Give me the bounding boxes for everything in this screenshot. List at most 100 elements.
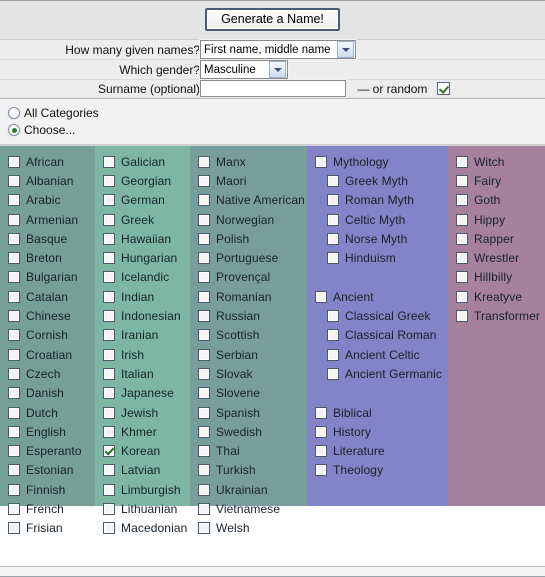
category-checkbox[interactable]	[103, 425, 115, 438]
category-checkbox[interactable]	[198, 348, 210, 361]
category-checkbox[interactable]	[8, 271, 20, 284]
category-checkbox[interactable]	[456, 290, 468, 303]
category-item[interactable]: Catalan	[8, 287, 95, 306]
category-item[interactable]: Ancient	[315, 287, 448, 306]
category-item[interactable]: Finnish	[8, 480, 95, 499]
generate-a-name-button[interactable]: Generate a Name!	[205, 8, 340, 31]
category-item[interactable]: Mythology	[315, 152, 448, 171]
random-surname-checkbox[interactable]	[436, 82, 450, 95]
category-checkbox[interactable]	[103, 271, 115, 284]
category-checkbox[interactable]	[8, 522, 20, 535]
category-item[interactable]: Thai	[198, 441, 307, 460]
category-item[interactable]: Celtic Myth	[315, 210, 448, 229]
category-checkbox[interactable]	[198, 213, 210, 226]
category-item[interactable]: Macedonian	[103, 519, 190, 538]
category-item[interactable]: Manx	[198, 152, 307, 171]
category-checkbox[interactable]	[198, 425, 210, 438]
category-checkbox[interactable]	[8, 502, 20, 515]
category-item[interactable]: Greek	[103, 210, 190, 229]
category-item[interactable]: Slovak	[198, 364, 307, 383]
gender-select[interactable]: Masculine	[200, 60, 288, 79]
category-checkbox[interactable]	[456, 271, 468, 284]
category-item[interactable]: Frisian	[8, 519, 95, 538]
category-checkbox[interactable]	[8, 174, 20, 187]
category-item[interactable]: Maori	[198, 171, 307, 190]
category-checkbox[interactable]	[8, 387, 20, 400]
category-checkbox[interactable]	[8, 425, 20, 438]
category-item[interactable]: Armenian	[8, 210, 95, 229]
category-item[interactable]: Galician	[103, 152, 190, 171]
category-item[interactable]: Norwegian	[198, 210, 307, 229]
category-checkbox[interactable]	[198, 464, 210, 477]
category-checkbox[interactable]	[327, 329, 339, 342]
category-item[interactable]: Albanian	[8, 171, 95, 190]
category-item[interactable]: Hinduism	[315, 248, 448, 267]
radio-choose[interactable]: Choose...	[8, 122, 545, 138]
given-names-select[interactable]: First name, middle name	[200, 40, 356, 59]
category-item[interactable]: Greek Myth	[315, 171, 448, 190]
category-item[interactable]: Rapper	[456, 229, 545, 248]
category-item[interactable]: Korean	[103, 441, 190, 460]
category-checkbox[interactable]	[198, 483, 210, 496]
category-checkbox[interactable]	[103, 406, 115, 419]
category-checkbox[interactable]	[103, 194, 115, 207]
category-item[interactable]: Ancient Germanic	[315, 364, 448, 383]
category-item[interactable]: Scottish	[198, 326, 307, 345]
category-item[interactable]: Classical Roman	[315, 326, 448, 345]
category-checkbox[interactable]	[198, 174, 210, 187]
category-item[interactable]: Romanian	[198, 287, 307, 306]
category-checkbox[interactable]	[103, 290, 115, 303]
category-checkbox[interactable]	[198, 406, 210, 419]
category-item[interactable]: Breton	[8, 248, 95, 267]
category-checkbox[interactable]	[327, 367, 339, 380]
category-item[interactable]: Jewish	[103, 403, 190, 422]
category-item[interactable]: English	[8, 422, 95, 441]
category-checkbox[interactable]	[198, 252, 210, 265]
category-item[interactable]: Khmer	[103, 422, 190, 441]
category-checkbox[interactable]	[315, 445, 327, 458]
category-item[interactable]: Portuguese	[198, 248, 307, 267]
category-item[interactable]: Arabic	[8, 191, 95, 210]
category-item[interactable]: Slovene	[198, 384, 307, 403]
category-item[interactable]: Vietnamese	[198, 499, 307, 518]
radio-choose-control[interactable]	[8, 124, 20, 136]
category-item[interactable]: Kreatyve	[456, 287, 545, 306]
category-checkbox[interactable]	[456, 155, 468, 168]
category-item[interactable]: Georgian	[103, 171, 190, 190]
category-item[interactable]: Dutch	[8, 403, 95, 422]
category-checkbox[interactable]	[8, 232, 20, 245]
category-checkbox[interactable]	[8, 194, 20, 207]
category-checkbox[interactable]	[198, 271, 210, 284]
category-item[interactable]: Cornish	[8, 326, 95, 345]
category-checkbox[interactable]	[315, 290, 327, 303]
category-checkbox[interactable]	[8, 348, 20, 361]
category-checkbox[interactable]	[456, 213, 468, 226]
radio-all-categories[interactable]: All Categories	[8, 105, 545, 121]
category-checkbox[interactable]	[103, 387, 115, 400]
category-item[interactable]: Biblical	[315, 403, 448, 422]
category-item[interactable]: Italian	[103, 364, 190, 383]
category-checkbox[interactable]	[103, 155, 115, 168]
category-checkbox[interactable]	[198, 155, 210, 168]
category-checkbox[interactable]	[327, 194, 339, 207]
radio-all-categories-control[interactable]	[8, 107, 20, 119]
category-checkbox[interactable]	[456, 174, 468, 187]
category-item[interactable]: Bulgarian	[8, 268, 95, 287]
category-item[interactable]: Witch	[456, 152, 545, 171]
category-checkbox[interactable]	[198, 387, 210, 400]
category-checkbox[interactable]	[103, 232, 115, 245]
category-item[interactable]: Estonian	[8, 461, 95, 480]
category-checkbox[interactable]	[8, 213, 20, 226]
category-checkbox[interactable]	[8, 155, 20, 168]
category-checkbox[interactable]	[198, 445, 210, 458]
category-item[interactable]: Spanish	[198, 403, 307, 422]
category-item[interactable]: Esperanto	[8, 441, 95, 460]
category-item[interactable]: Provençal	[198, 268, 307, 287]
category-checkbox[interactable]	[103, 310, 115, 323]
category-item[interactable]: Indian	[103, 287, 190, 306]
category-checkbox[interactable]	[103, 329, 115, 342]
category-item[interactable]: Russian	[198, 306, 307, 325]
category-item[interactable]: Norse Myth	[315, 229, 448, 248]
category-item[interactable]: Literature	[315, 441, 448, 460]
category-checkbox[interactable]	[103, 174, 115, 187]
